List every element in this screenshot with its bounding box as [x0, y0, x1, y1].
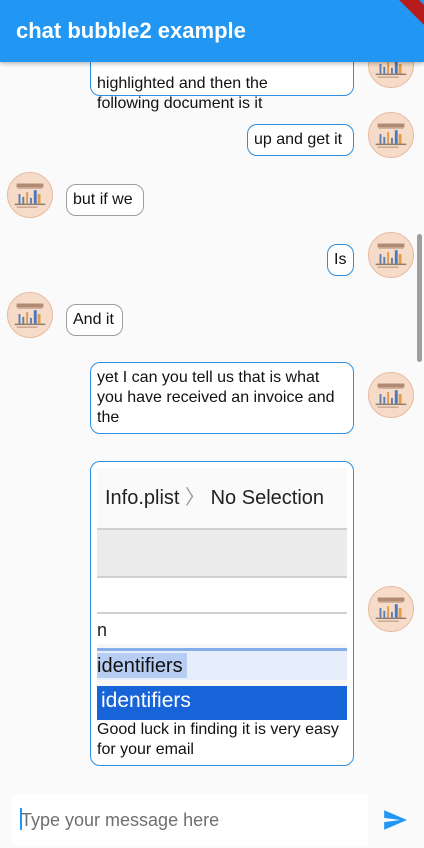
avatar — [368, 232, 414, 278]
avatar-image — [8, 293, 52, 337]
avatar — [7, 172, 53, 218]
avatar — [368, 62, 414, 88]
debug-banner — [389, 0, 424, 30]
app-bar: chat bubble2 example — [0, 0, 424, 62]
grey-row — [97, 530, 347, 576]
selection-status: No Selection — [210, 487, 325, 509]
chevron-right-icon: 〉 — [185, 487, 206, 509]
avatar-image — [369, 373, 413, 417]
highlight-row-text: identifiers — [97, 653, 187, 678]
message-input[interactable]: Type your message here — [12, 794, 368, 846]
avatar-image — [369, 587, 413, 631]
message-bubble-outgoing: Is — [327, 244, 354, 276]
message-bubble-outgoing: up and get it — [247, 124, 354, 156]
message-bubble-outgoing-image: Info.plist 〉 No Selection n identifiers … — [90, 461, 354, 766]
message-text: Is — [334, 251, 347, 268]
avatar — [368, 586, 414, 632]
message-image[interactable]: Info.plist 〉 No Selection n identifiers … — [97, 468, 347, 720]
partial-row-text: n — [97, 620, 108, 640]
message-bubble-incoming: And it — [66, 304, 123, 336]
message-text: highlighted and then the following docum… — [97, 75, 268, 112]
app-title: chat bubble2 example — [16, 18, 246, 43]
file-name: Info.plist — [105, 487, 180, 509]
message-text: And it — [73, 311, 114, 328]
highlight-row-dark: identifiers — [97, 686, 347, 720]
composer: Type your message here — [0, 784, 424, 848]
message-input-placeholder: Type your message here — [21, 810, 220, 830]
xcode-header: Info.plist 〉 No Selection — [97, 468, 347, 528]
avatar — [7, 292, 53, 338]
message-text: Good luck in finding it is very easy for… — [97, 721, 339, 758]
avatar-image — [369, 233, 413, 277]
scrollbar[interactable] — [417, 234, 422, 362]
avatar — [368, 112, 414, 158]
message-bubble-incoming: but if we — [66, 184, 144, 216]
white-row — [97, 578, 347, 612]
chat-list[interactable]: highlighted and then the following docum… — [0, 62, 424, 784]
message-text: up and get it — [254, 131, 343, 148]
avatar-image — [369, 113, 413, 157]
partial-row: n — [97, 614, 347, 644]
avatar-image — [369, 62, 413, 87]
message-text: yet I can you tell us that is what you h… — [97, 369, 335, 426]
avatar-image — [8, 173, 52, 217]
highlight-row-dark-text: identifiers — [101, 689, 191, 712]
message-bubble-outgoing: yet I can you tell us that is what you h… — [90, 362, 354, 434]
message-bubble-outgoing: highlighted and then the following docum… — [90, 62, 354, 112]
message-text: but if we — [73, 191, 133, 208]
highlight-row-light: identifiers — [97, 648, 347, 680]
send-icon[interactable] — [381, 807, 409, 833]
avatar — [368, 372, 414, 418]
